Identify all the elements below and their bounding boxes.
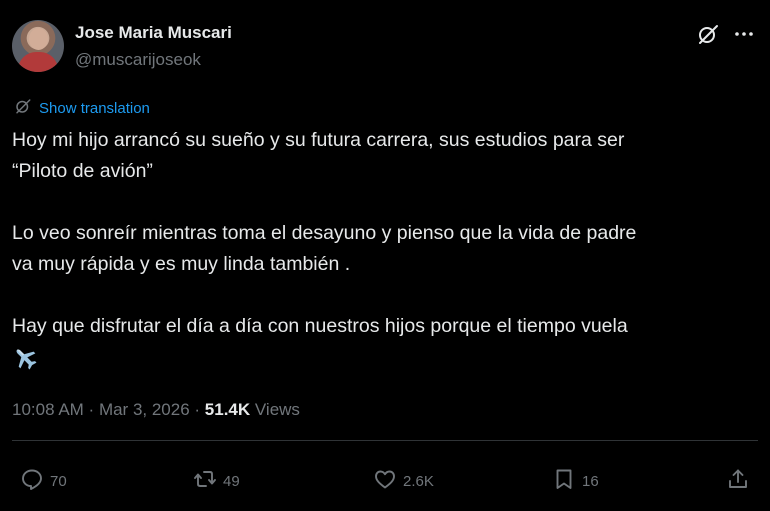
views-count[interactable]: 51.4K <box>205 400 250 419</box>
reply-count: 70 <box>50 472 67 490</box>
share-button[interactable] <box>726 467 750 495</box>
share-icon <box>726 467 750 495</box>
tweet-text-content: Hoy mi hijo arrancó su sueño y su futura… <box>12 129 637 337</box>
like-icon <box>373 467 397 495</box>
like-count: 2.6K <box>403 472 434 490</box>
like-button[interactable]: 2.6K <box>373 467 434 495</box>
tweet-date[interactable]: Mar 3, 2026 <box>99 400 190 419</box>
tweet-text: Hoy mi hijo arrancó su sueño y su futura… <box>12 125 757 373</box>
bookmark-button[interactable]: 16 <box>552 467 599 495</box>
reply-button[interactable]: 70 <box>20 467 67 495</box>
divider <box>12 440 758 441</box>
avatar[interactable] <box>12 20 64 72</box>
reply-icon <box>20 467 44 495</box>
more-icon[interactable] <box>732 22 756 46</box>
meta-separator-2: · <box>189 400 205 419</box>
author-display-name[interactable]: Jose Maria Muscari <box>75 23 232 43</box>
grok-icon[interactable] <box>696 22 720 46</box>
meta-separator: · <box>83 400 99 419</box>
retweet-icon <box>193 467 217 495</box>
bookmark-count: 16 <box>582 472 599 490</box>
author-handle[interactable]: @muscarijoseok <box>75 50 201 70</box>
tweet-meta: 10:08 AM · Mar 3, 2026 · 51.4K Views <box>12 400 300 420</box>
action-bar: 70 49 2.6K 16 <box>0 467 770 497</box>
tweet-time[interactable]: 10:08 AM <box>12 400 84 419</box>
retweet-count: 49 <box>223 472 240 490</box>
translate-icon <box>14 97 32 119</box>
views-label: Views <box>250 400 300 419</box>
show-translation-link[interactable]: Show translation <box>14 97 150 119</box>
bookmark-icon <box>552 467 576 495</box>
show-translation-label[interactable]: Show translation <box>39 100 150 117</box>
airplane-emoji <box>12 345 38 371</box>
retweet-button[interactable]: 49 <box>193 467 240 495</box>
tweet-top-actions <box>696 22 756 46</box>
